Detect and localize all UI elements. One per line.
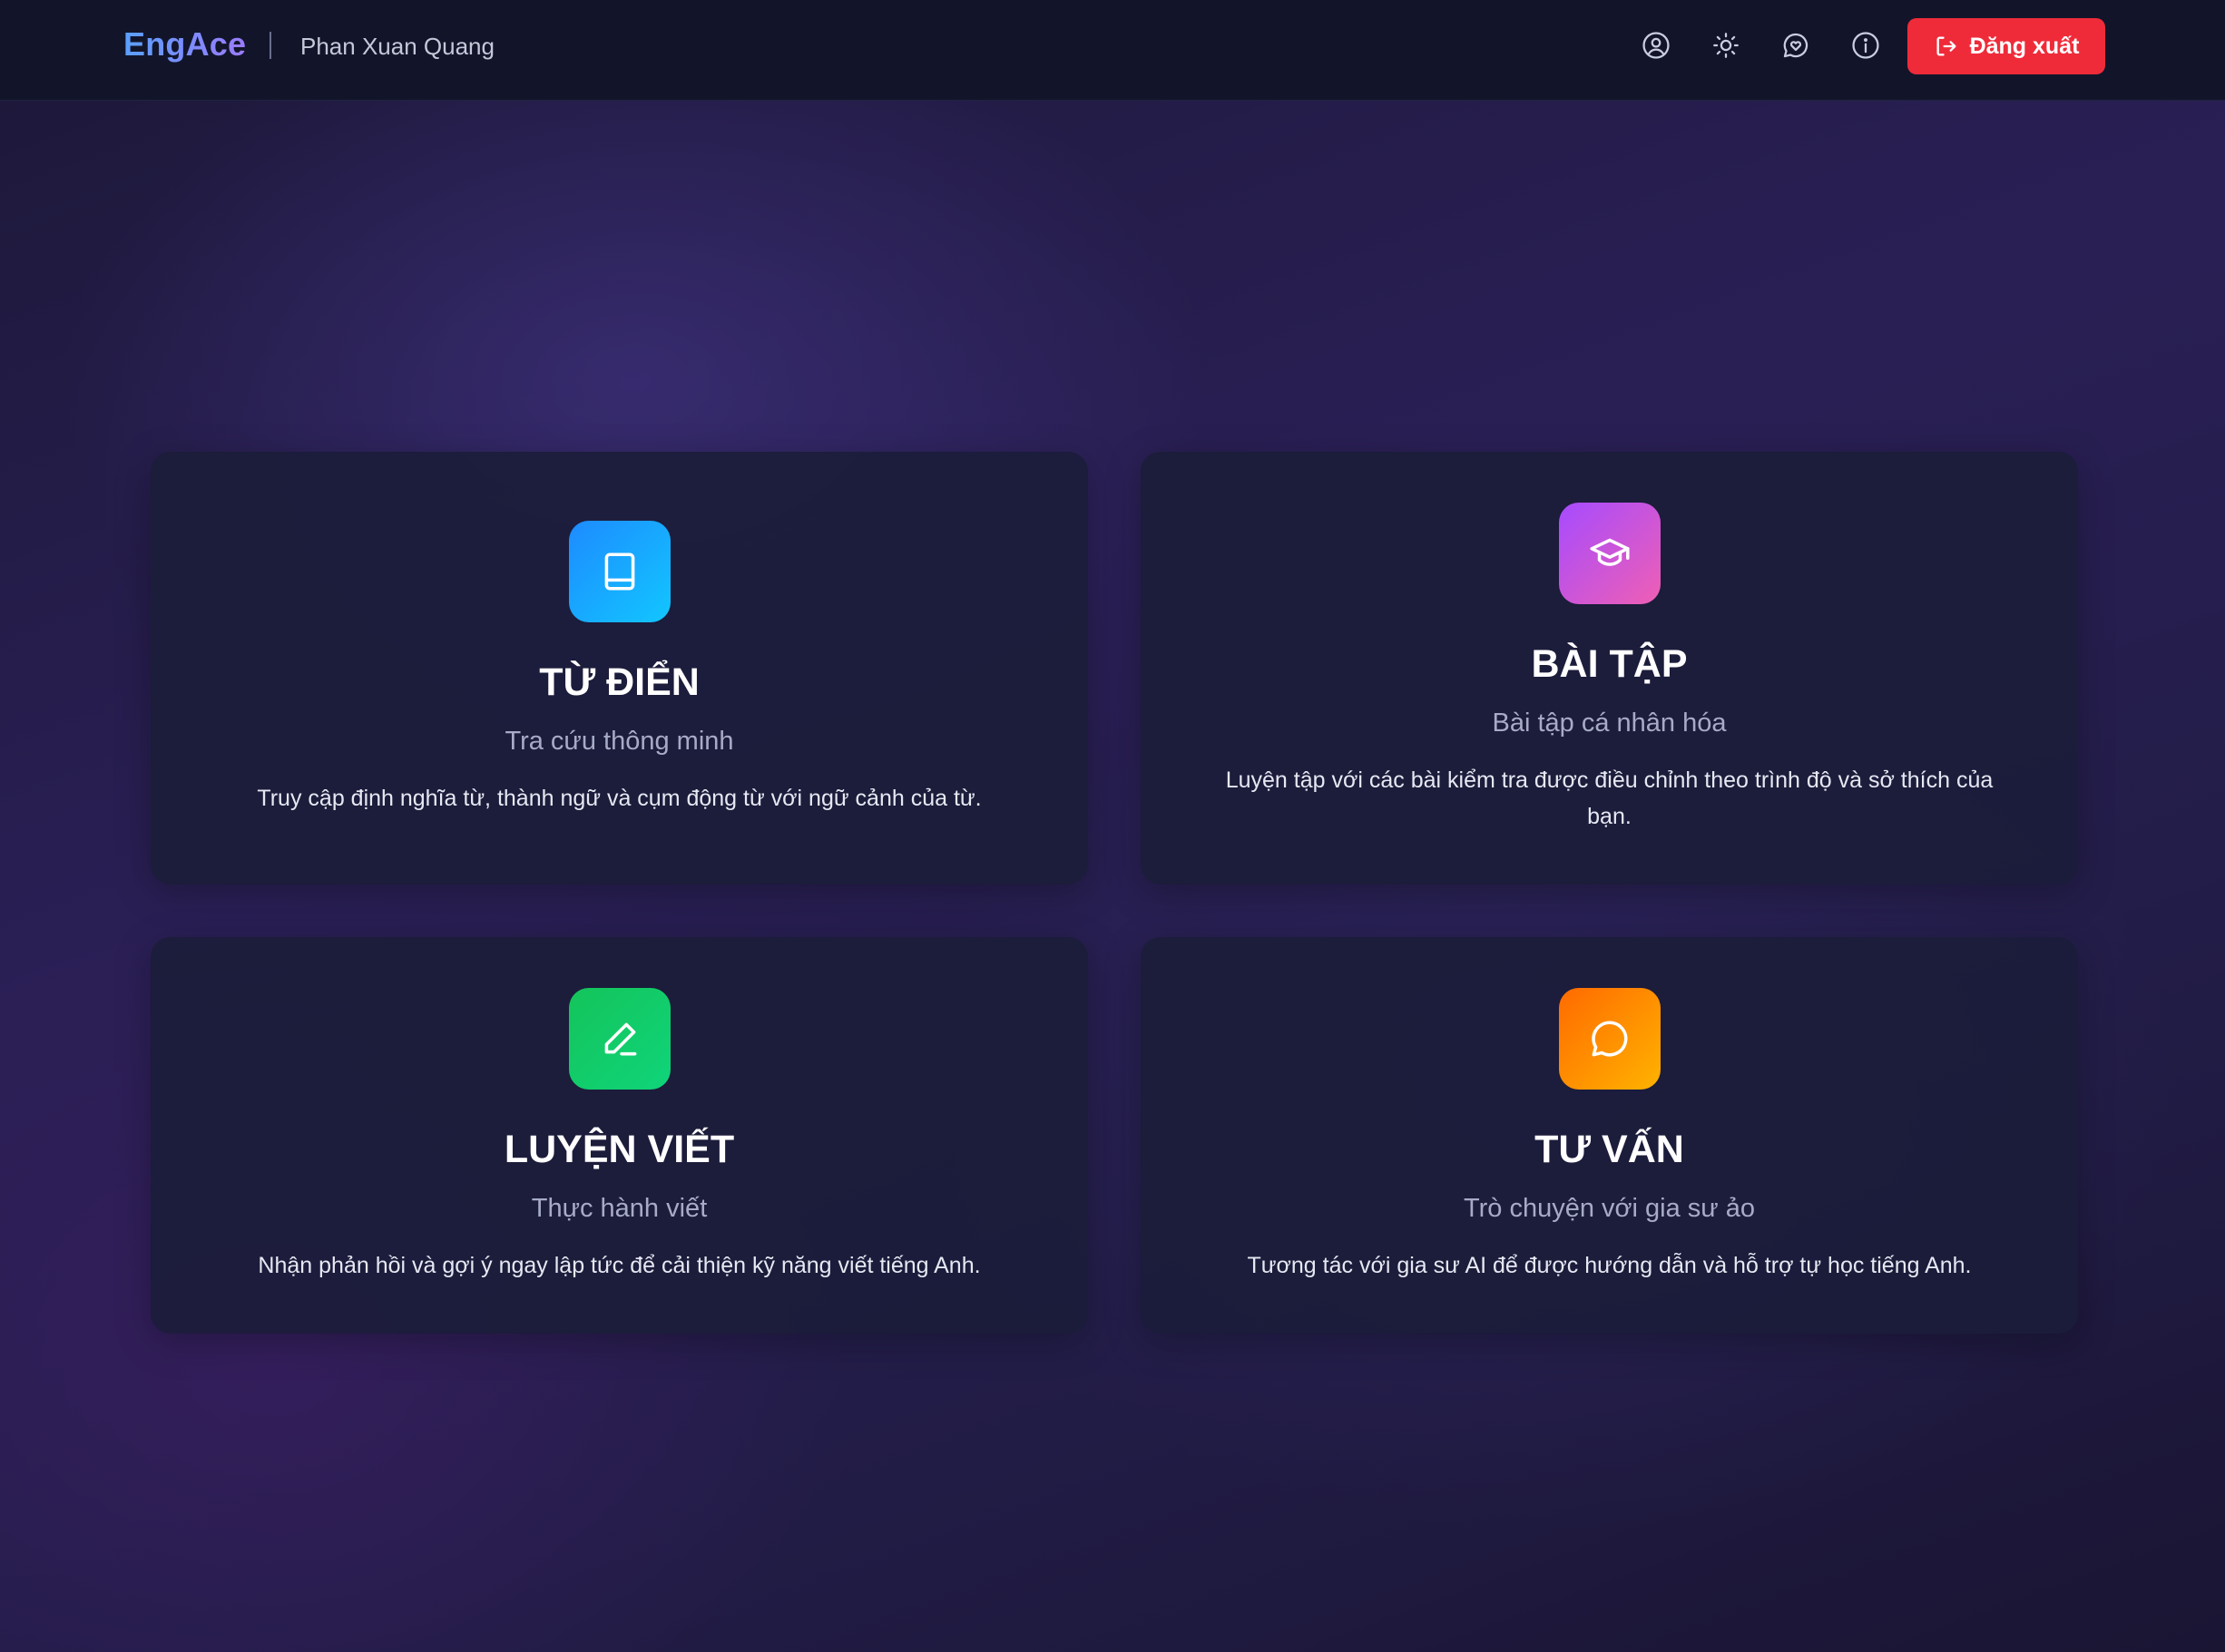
pen-icon bbox=[604, 1022, 637, 1056]
card-subtitle: Tra cứu thông minh bbox=[505, 727, 734, 756]
card-title: TỪ ĐIỂN bbox=[539, 660, 700, 704]
card-subtitle: Thực hành viết bbox=[531, 1194, 708, 1223]
exercises-card[interactable]: BÀI TẬP Bài tập cá nhân hóa Luyện tập vớ… bbox=[1141, 452, 2078, 885]
card-title: TƯ VẤN bbox=[1534, 1128, 1684, 1171]
user-circle-icon bbox=[1642, 32, 1670, 59]
writing-icon-tile bbox=[569, 988, 671, 1090]
card-description: Nhận phản hồi và gợi ý ngay lập tức để c… bbox=[258, 1253, 981, 1278]
graduation-cap-icon bbox=[1590, 538, 1630, 566]
chat-heart-icon bbox=[1783, 33, 1808, 58]
logout-icon bbox=[1936, 36, 1956, 56]
card-title: LUYỆN VIẾT bbox=[504, 1128, 735, 1171]
info-button[interactable] bbox=[1848, 27, 1884, 64]
chat-bubble-icon bbox=[1592, 1021, 1628, 1057]
feedback-button[interactable] bbox=[1778, 27, 1814, 64]
top-header: EngAce Phan Xuan Quang Đăng xuất bbox=[0, 0, 2225, 101]
brand-logo[interactable]: EngAce bbox=[123, 25, 246, 64]
card-subtitle: Bài tập cá nhân hóa bbox=[1492, 709, 1727, 738]
consulting-icon-tile bbox=[1559, 988, 1661, 1090]
dictionary-card[interactable]: TỪ ĐIỂN Tra cứu thông minh Truy cập định… bbox=[151, 452, 1088, 885]
writing-card[interactable]: LUYỆN VIẾT Thực hành viết Nhận phản hồi … bbox=[151, 937, 1088, 1334]
profile-button[interactable] bbox=[1638, 27, 1674, 64]
header-divider bbox=[270, 32, 271, 59]
dictionary-icon-tile bbox=[569, 521, 671, 622]
user-name: Phan Xuan Quang bbox=[300, 33, 495, 60]
logout-label: Đăng xuất bbox=[1969, 33, 2080, 59]
card-title: BÀI TẬP bbox=[1531, 642, 1688, 686]
info-icon bbox=[1852, 32, 1879, 59]
theme-toggle-button[interactable] bbox=[1708, 27, 1744, 64]
card-description: Tương tác với gia sư AI để được hướng dẫ… bbox=[1247, 1253, 1972, 1278]
consulting-card[interactable]: TƯ VẤN Trò chuyện với gia sư ảo Tương tá… bbox=[1141, 937, 2078, 1334]
sun-icon bbox=[1713, 33, 1739, 58]
exercises-icon-tile bbox=[1559, 503, 1661, 604]
card-subtitle: Trò chuyện với gia sư ảo bbox=[1463, 1194, 1756, 1223]
book-icon bbox=[604, 552, 635, 591]
card-description: Luyện tập với các bài kiểm tra được điều… bbox=[1225, 767, 1994, 829]
card-description: Truy cập định nghĩa từ, thành ngữ và cụm… bbox=[257, 786, 982, 811]
logout-button[interactable]: Đăng xuất bbox=[1907, 18, 2105, 74]
